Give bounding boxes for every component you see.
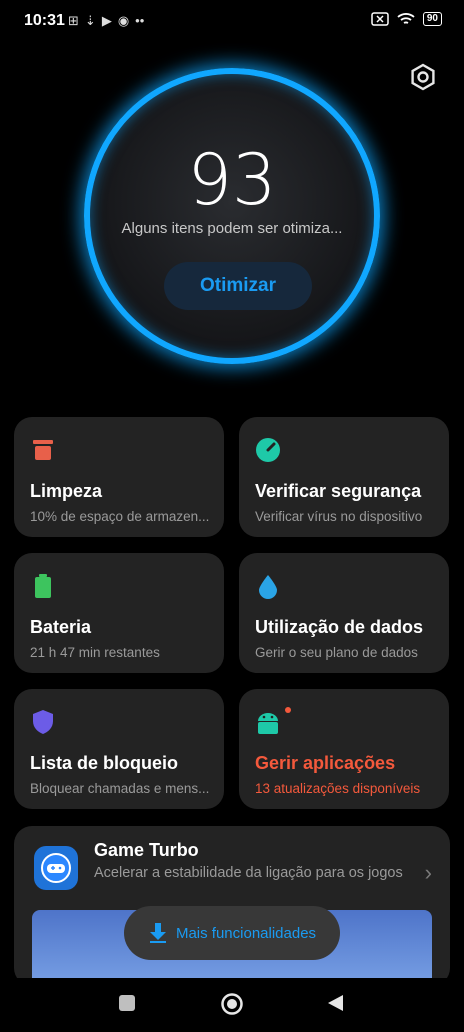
status-time: 10:31 xyxy=(24,12,65,29)
download-icon: ⇣ xyxy=(84,13,96,28)
game-turbo-desc: Acelerar a estabilidade da ligação para … xyxy=(94,865,403,881)
card-battery[interactable]: Bateria 21 h 47 min restantes xyxy=(14,553,224,673)
wifi-icon xyxy=(397,13,415,24)
card-title: Limpeza xyxy=(30,481,103,501)
card-title: Utilização de dados xyxy=(255,617,424,637)
status-bar: 10:31 ⊞ ⇣ ▶ ◉ •• 90 xyxy=(0,0,464,44)
card-title: Bateria xyxy=(30,617,92,637)
score-circle: 93 Alguns itens podem ser otimiza... Oti… xyxy=(84,68,380,364)
more-features-label: Mais funcionalidades xyxy=(175,924,317,942)
card-blocklist[interactable]: Lista de bloqueio Bloquear chamadas e me… xyxy=(14,689,224,809)
card-data-usage[interactable]: Utilização de dados Gerir o seu plano de… xyxy=(239,553,449,673)
water-drop-icon xyxy=(259,575,277,599)
score-value: 93 xyxy=(187,139,277,221)
trash-icon xyxy=(33,440,53,460)
android-apps-icon xyxy=(258,713,278,734)
card-desc: 21 h 47 min restantes xyxy=(30,645,160,660)
security-score-ring: 93 Alguns itens podem ser otimiza... Oti… xyxy=(84,68,380,364)
card-security-scan[interactable]: Verificar segurança Verificar vírus no d… xyxy=(239,417,449,537)
card-desc: Gerir o seu plano de dados xyxy=(255,645,418,660)
settings-gear-icon[interactable] xyxy=(408,62,438,92)
battery-icon xyxy=(35,574,51,598)
more-dots-icon: •• xyxy=(135,13,145,28)
battery-indicator: 90 xyxy=(422,12,442,26)
notification-dot xyxy=(285,707,291,713)
chrome-icon: ◉ xyxy=(117,13,130,28)
home-button[interactable] xyxy=(220,992,244,1016)
card-desc: 10% de espaço de armazen... xyxy=(30,509,210,524)
card-cleanup[interactable]: Limpeza 10% de espaço de armazen... xyxy=(14,417,224,537)
card-desc: 13 atualizações disponíveis xyxy=(255,781,421,796)
card-desc: Verificar vírus no dispositivo xyxy=(255,509,423,524)
shield-icon xyxy=(33,710,53,734)
notification-icon: ⊞ xyxy=(68,13,79,28)
play-store-icon: ▶ xyxy=(101,13,112,28)
security-scan-icon xyxy=(256,438,280,462)
back-button[interactable] xyxy=(326,994,344,1012)
game-turbo-title: Game Turbo xyxy=(94,840,199,860)
notification-icons: ⊞ ⇣ ▶ ◉ •• xyxy=(68,13,144,29)
optimize-button[interactable]: Otimizar xyxy=(164,262,312,310)
card-title: Gerir aplicações xyxy=(255,753,396,773)
card-title: Lista de bloqueio xyxy=(30,753,179,773)
sim-off-icon xyxy=(371,12,389,26)
recents-button[interactable] xyxy=(118,994,136,1012)
more-features-button[interactable]: Mais funcionalidades xyxy=(124,906,340,960)
card-manage-apps[interactable]: Gerir aplicações 13 atualizações disponí… xyxy=(239,689,449,809)
score-subtitle: Alguns itens podem ser otimiza... xyxy=(121,220,343,237)
chevron-right-icon: › xyxy=(424,860,432,885)
navigation-bar xyxy=(0,978,464,1032)
card-title: Verificar segurança xyxy=(255,481,422,501)
game-turbo-icon xyxy=(34,846,78,890)
card-desc: Bloquear chamadas e mens... xyxy=(30,781,210,796)
arrow-down-icon xyxy=(149,923,166,943)
